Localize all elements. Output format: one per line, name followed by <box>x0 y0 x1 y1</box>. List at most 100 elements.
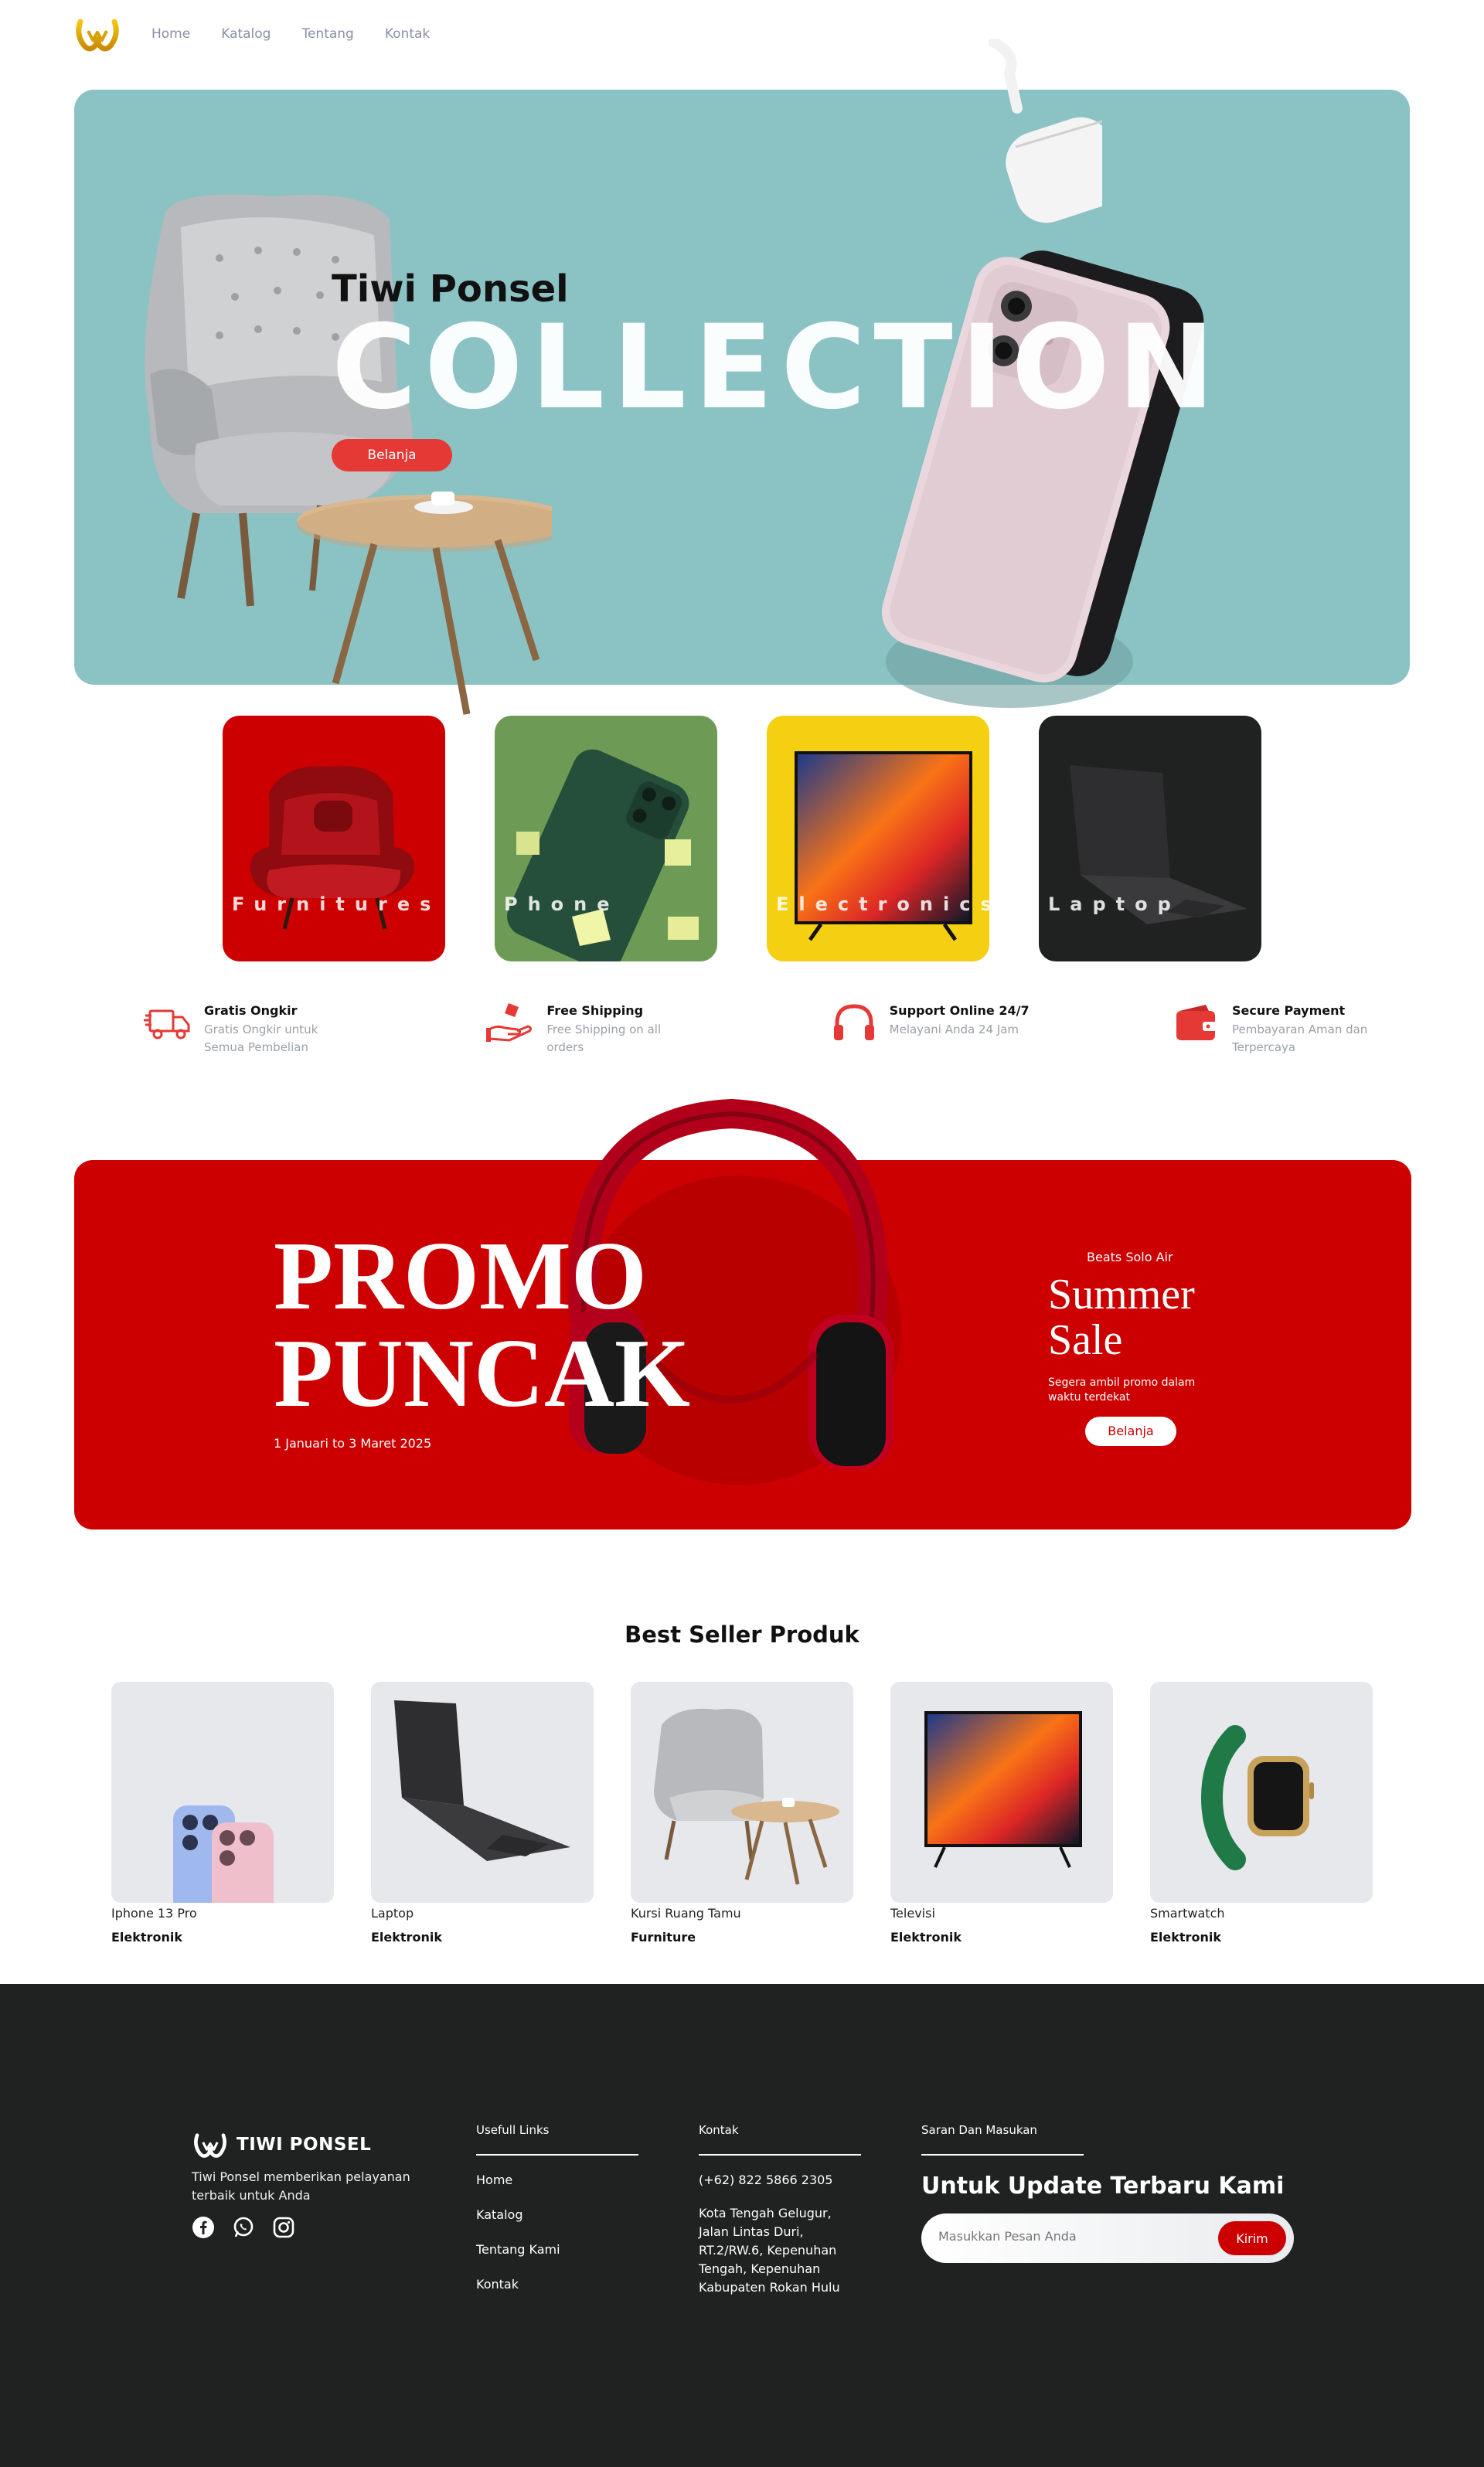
hero-shop-button[interactable]: Belanja <box>332 439 452 471</box>
feature-desc: Free Shipping on all orders <box>546 1023 662 1054</box>
promo-banner: PROMO PUNCAK 1 Januari to 3 Maret 2025 B… <box>74 1098 1411 1530</box>
promo-date: 1 Januari to 3 Maret 2025 <box>274 1436 432 1451</box>
product-category: Elektronik <box>890 1930 962 1945</box>
feature-title: Gratis Ongkir <box>204 1003 298 1018</box>
product-card[interactable]: Kursi Ruang Tamu Furniture <box>631 1682 853 1945</box>
product-card[interactable]: Smartwatch Elektronik <box>1150 1682 1373 1945</box>
product-category: Elektronik <box>371 1930 442 1945</box>
product-name: Iphone 13 Pro <box>111 1906 197 1921</box>
category-list: Furnitures Phone Electronics Laptop <box>223 716 1261 961</box>
headset-icon <box>833 1004 874 1040</box>
message-input[interactable] <box>938 2229 1186 2244</box>
submit-button[interactable]: Kirim <box>1218 2221 1286 2255</box>
product-image <box>890 1682 1113 1903</box>
footer-logo: TIWI PONSEL <box>192 2129 424 2160</box>
product-image <box>371 1682 594 1903</box>
footer-links: Usefull Links Home Katalog Tentang Kami … <box>476 2123 638 2312</box>
category-card-electronics[interactable]: Electronics <box>767 716 989 961</box>
promo-sale-line2: Sale <box>1048 1315 1123 1364</box>
category-label: Electronics <box>776 893 989 915</box>
red-armchair-image <box>250 766 415 930</box>
instagram-icon[interactable] <box>272 2216 295 2239</box>
product-category: Furniture <box>631 1930 696 1945</box>
hero-banner: Tiwi Ponsel COLLECTION Belanja <box>74 39 1410 715</box>
facebook-icon[interactable] <box>192 2216 215 2239</box>
product-list: Iphone 13 Pro Elektronik Laptop Elektron… <box>111 1682 1373 1945</box>
footer-link-katalog[interactable]: Katalog <box>476 2207 638 2222</box>
category-card-furnitures[interactable]: Furnitures <box>223 716 445 961</box>
product-category: Elektronik <box>1150 1930 1221 1945</box>
smartwatch-image <box>1200 1725 1314 1870</box>
promo-shop-button[interactable]: Belanja <box>1085 1416 1176 1446</box>
feature-item: Support Online 24/7 Melayani Anda 24 Jam <box>829 1002 1030 1056</box>
green-phone-image <box>507 749 699 961</box>
product-card[interactable]: Iphone 13 Pro Elektronik <box>111 1682 334 1945</box>
product-name: Smartwatch <box>1150 1906 1225 1921</box>
armchair-image <box>654 1708 839 1885</box>
footer-link-home[interactable]: Home <box>476 2173 638 2187</box>
nav-tentang[interactable]: Tentang <box>301 26 353 42</box>
promo-brand: Beats Solo Air <box>1087 1250 1173 1264</box>
nav-kontak[interactable]: Kontak <box>385 26 430 42</box>
product-name: Kursi Ruang Tamu <box>631 1906 741 1921</box>
promo-sale-line1: Summer <box>1048 1271 1195 1319</box>
category-card-laptop[interactable]: Laptop <box>1039 716 1261 961</box>
feature-title: Support Online 24/7 <box>889 1003 1030 1018</box>
footer-link-kontak[interactable]: Kontak <box>476 2277 638 2292</box>
category-card-phone[interactable]: Phone <box>495 716 717 961</box>
logo-icon <box>194 2133 226 2158</box>
footer-contact-heading: Kontak <box>699 2123 861 2156</box>
social-links <box>192 2216 424 2239</box>
nav-home[interactable]: Home <box>151 26 190 42</box>
top-nav: Home Katalog Tentang Kontak <box>74 14 430 54</box>
feature-item: Secure Payment Pembayaran Aman dan Terpe… <box>1172 1002 1373 1056</box>
promo-title: PROMO PUNCAK <box>274 1228 690 1423</box>
feature-item: Gratis Ongkir Gratis Ongkir untuk Semua … <box>144 1002 345 1056</box>
footer-contact: Kontak (+62) 822 5866 2305 Kota Tengah G… <box>699 2123 861 2297</box>
footer-brand: TIWI PONSEL Tiwi Ponsel memberikan pelay… <box>192 2129 424 2239</box>
nav-katalog[interactable]: Katalog <box>221 26 271 42</box>
newsletter-title: Untuk Update Terbaru Kami <box>921 2173 1285 2200</box>
promo-sale-title: Summer Sale <box>1048 1272 1218 1363</box>
truck-icon <box>144 1009 190 1040</box>
footer-brand-name: TIWI PONSEL <box>237 2135 372 2155</box>
promo-title-line1: PROMO <box>274 1223 647 1330</box>
product-name: Laptop <box>371 1906 414 1921</box>
feature-item: Free Shipping Free Shipping on all order… <box>486 1002 687 1056</box>
whatsapp-icon[interactable] <box>232 2216 255 2239</box>
product-image <box>631 1682 853 1903</box>
product-card[interactable]: Laptop Elektronik <box>371 1682 594 1945</box>
footer-address: Kota Tengah Gelugur, Jalan Lintas Duri, … <box>699 2206 840 2295</box>
footer-phone: (+62) 822 5866 2305 <box>699 2173 833 2187</box>
feature-desc: Gratis Ongkir untuk Semua Pembelian <box>204 1023 318 1054</box>
airpods-image <box>989 39 1102 223</box>
category-label: Laptop <box>1048 893 1181 915</box>
iphone-image <box>173 1805 274 1903</box>
feature-list: Gratis Ongkir Gratis Ongkir untuk Semua … <box>144 1002 1373 1056</box>
feature-title: Free Shipping <box>546 1003 644 1018</box>
feature-title: Secure Payment <box>1231 1003 1346 1018</box>
logo-icon[interactable] <box>74 14 121 54</box>
wallet-icon <box>1176 1005 1217 1040</box>
promo-title-line2: PUNCAK <box>274 1320 690 1427</box>
feature-desc: Pembayaran Aman dan Terpercaya <box>1231 1023 1368 1054</box>
product-name: Televisi <box>890 1906 935 1921</box>
newsletter-form: Kirim <box>921 2213 1294 2263</box>
promo-side: Beats Solo Air Summer Sale Segera ambil … <box>1048 1250 1218 1446</box>
feature-desc: Melayani Anda 24 Jam <box>889 1023 1019 1036</box>
site-footer: TIWI PONSEL Tiwi Ponsel memberikan pelay… <box>0 1984 1484 2467</box>
footer-link-tentang[interactable]: Tentang Kami <box>476 2242 638 2257</box>
promo-desc: Segera ambil promo dalam waktu terdekat <box>1048 1376 1196 1404</box>
hero-headline: COLLECTION <box>332 301 1223 435</box>
product-image <box>1150 1682 1373 1903</box>
product-image <box>111 1682 334 1903</box>
product-card[interactable]: Televisi Elektronik <box>890 1682 1113 1945</box>
category-label: Furnitures <box>232 893 441 915</box>
footer-feedback-heading: Saran Dan Masukan <box>921 2123 1084 2156</box>
television-image <box>795 751 972 941</box>
laptop-image <box>1070 765 1247 924</box>
product-category: Elektronik <box>111 1930 182 1945</box>
footer-newsletter: Saran Dan Masukan Untuk Update Terbaru K… <box>921 2123 1294 2263</box>
footer-tagline: Tiwi Ponsel memberikan pelayanan terbaik… <box>192 2169 410 2203</box>
footer-links-heading: Usefull Links <box>476 2123 638 2156</box>
